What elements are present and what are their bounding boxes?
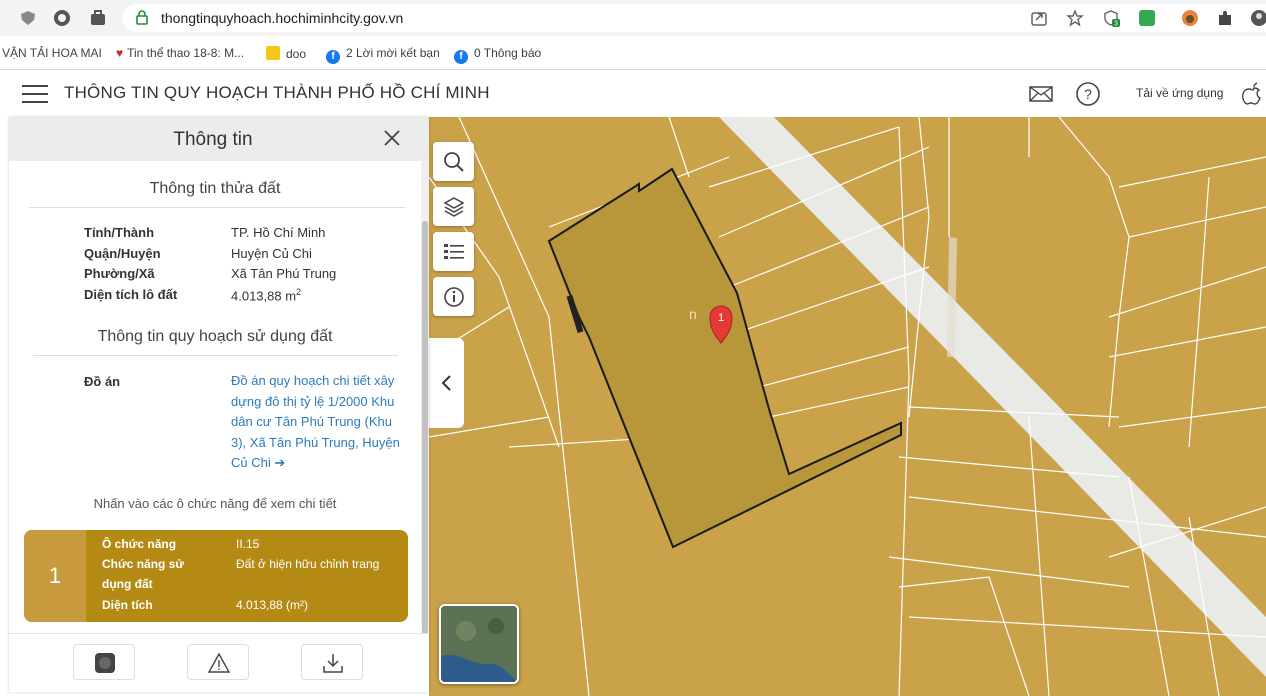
warning-icon bbox=[208, 652, 230, 673]
fox-extension-icon[interactable] bbox=[1181, 9, 1199, 27]
photo-thumbnail-icon bbox=[95, 653, 115, 673]
panel-footer bbox=[9, 633, 429, 692]
area-value: 4.013,88 m2 bbox=[231, 287, 301, 303]
land-use-value: Đất ở hiện hữu chỉnh trang bbox=[236, 557, 380, 571]
panel-header: Thông tin bbox=[9, 117, 429, 161]
list-icon bbox=[444, 244, 464, 259]
bag-extension-icon[interactable] bbox=[88, 8, 108, 28]
divider bbox=[33, 355, 398, 356]
cell-area-value: 4.013,88 (m²) bbox=[236, 598, 309, 612]
puzzle-extensions-icon[interactable] bbox=[1216, 9, 1234, 27]
bookmark-item-hoa-mai[interactable]: VẬN TẢI HOA MAI bbox=[2, 46, 102, 60]
district-value: Huyện Củ Chi bbox=[231, 246, 312, 261]
bookmark-label: Tin thể thao 18-8: M... bbox=[127, 46, 245, 60]
ward-value: Xã Tân Phú Trung bbox=[231, 266, 337, 281]
ward-label: Phường/Xã bbox=[84, 266, 155, 281]
mail-icon[interactable] bbox=[1028, 82, 1054, 106]
facebook-icon: f bbox=[326, 50, 340, 64]
province-value: TP. Hồ Chí Minh bbox=[231, 225, 326, 240]
bookmark-label: doo bbox=[286, 47, 307, 61]
road bbox=[719, 117, 1266, 677]
parcel-section-title: Thông tin thửa đất bbox=[149, 180, 281, 197]
svg-text:?: ? bbox=[1084, 86, 1092, 102]
app-header: THÔNG TIN QUY HOẠCH THÀNH PHỐ HỒ CHÍ MIN… bbox=[0, 71, 1266, 117]
facebook-icon: f bbox=[454, 50, 468, 64]
project-label: Đồ án bbox=[84, 374, 121, 389]
area-unit-sup: 2 bbox=[296, 287, 302, 297]
info-panel: Thông tin Thông tin thửa đất Tỉnh/Thành … bbox=[9, 117, 429, 692]
map-layers-button[interactable] bbox=[433, 187, 474, 226]
divider bbox=[29, 207, 405, 208]
search-icon bbox=[444, 152, 464, 172]
browser-toolbar: thongtinquyhoach.hochiminhcity.gov.vn 3 bbox=[0, 0, 1266, 36]
download-app-link[interactable]: Tải về ứng dụng bbox=[1136, 86, 1223, 100]
extension-shield-check-icon[interactable]: 3 bbox=[1102, 9, 1120, 27]
project-link[interactable]: Đồ án quy hoạch chi tiết xây dựng đô thị… bbox=[231, 371, 401, 474]
function-cell-number: 1 bbox=[24, 530, 86, 622]
project-link-text[interactable]: Đồ án quy hoạch chi tiết xây dựng đô thị… bbox=[231, 373, 400, 470]
apple-icon[interactable] bbox=[1240, 82, 1266, 106]
bookmark-label: 2 Lời mời kết bạn bbox=[346, 46, 440, 60]
satellite-thumbnail bbox=[441, 606, 517, 682]
bookmark-item-notifications[interactable]: f 0 Thông báo bbox=[454, 46, 541, 64]
bookmark-label: 0 Thông báo bbox=[474, 46, 542, 60]
planning-map[interactable]: n 1 bbox=[429, 117, 1266, 696]
arrow-right-icon: ➔ bbox=[274, 455, 286, 470]
scroll-thumb[interactable] bbox=[422, 221, 428, 681]
menu-icon[interactable] bbox=[22, 85, 48, 103]
url-text[interactable]: thongtinquyhoach.hochiminhcity.gov.vn bbox=[161, 10, 403, 26]
share-icon[interactable] bbox=[1030, 9, 1048, 27]
marker-label: 1 bbox=[718, 312, 724, 324]
circle-extension-icon[interactable] bbox=[52, 8, 72, 28]
planning-section-title: Thông tin quy hoạch sử dụng đất bbox=[97, 328, 333, 345]
map-search-button[interactable] bbox=[433, 142, 474, 181]
doo-icon bbox=[266, 46, 280, 60]
page-title: THÔNG TIN QUY HOẠCH THÀNH PHỐ HỒ CHÍ MIN… bbox=[64, 83, 490, 102]
function-hint: Nhấn vào các ô chức năng để xem chi tiết bbox=[93, 496, 337, 511]
area-number: 4.013,88 m bbox=[231, 288, 297, 304]
map-canvas: n 1 bbox=[429, 117, 1266, 696]
map-watermark-fragment: n bbox=[689, 306, 697, 322]
collapse-panel-button[interactable] bbox=[429, 338, 464, 428]
bookmark-star-icon[interactable] bbox=[1066, 9, 1084, 27]
info-icon bbox=[444, 287, 464, 307]
bookmark-item-tin-the-thao[interactable]: ♥ Tin thể thao 18-8: M... bbox=[116, 46, 244, 60]
map-legend-button[interactable] bbox=[433, 232, 474, 271]
district-label: Quận/Huyện bbox=[84, 246, 161, 261]
cell-area-label: Diện tích bbox=[102, 598, 153, 612]
green-extension-icon[interactable] bbox=[1138, 9, 1156, 27]
satellite-minimap[interactable] bbox=[439, 604, 519, 684]
layers-icon bbox=[443, 197, 465, 217]
profile-avatar-icon[interactable] bbox=[1250, 9, 1266, 27]
function-cell-label: Ô chức năng bbox=[102, 537, 177, 551]
photo-button[interactable] bbox=[73, 644, 135, 680]
report-button[interactable] bbox=[187, 644, 249, 680]
bookmark-item-friend-requests[interactable]: f 2 Lời mời kết bạn bbox=[326, 46, 440, 64]
bookmarks-bar: VẬN TẢI HOA MAI ♥ Tin thể thao 18-8: M...… bbox=[0, 36, 1266, 70]
bookmark-item-doo[interactable]: doo bbox=[266, 46, 306, 61]
extension-badge: 3 bbox=[1114, 21, 1118, 28]
shield-extension-icon[interactable] bbox=[18, 8, 38, 28]
area-label: Diện tích lô đất bbox=[84, 287, 178, 302]
panel-title: Thông tin bbox=[173, 129, 253, 150]
download-icon bbox=[323, 654, 343, 673]
secure-lock-icon[interactable] bbox=[134, 9, 150, 25]
help-icon[interactable]: ? bbox=[1075, 82, 1101, 106]
province-label: Tỉnh/Thành bbox=[84, 225, 155, 240]
heart-icon: ♥ bbox=[116, 46, 124, 60]
map-info-button[interactable] bbox=[433, 277, 474, 316]
panel-scrollbar[interactable] bbox=[421, 161, 429, 681]
function-cell-value: II.15 bbox=[236, 537, 260, 551]
function-cell-card[interactable]: 1 Ô chức năng II.15 Chức năng sử dụng đấ… bbox=[24, 530, 408, 622]
chevron-left-icon bbox=[441, 375, 451, 391]
land-use-label: Chức năng sử dụng đất bbox=[102, 557, 185, 591]
close-icon[interactable] bbox=[383, 129, 401, 147]
download-button[interactable] bbox=[301, 644, 363, 680]
